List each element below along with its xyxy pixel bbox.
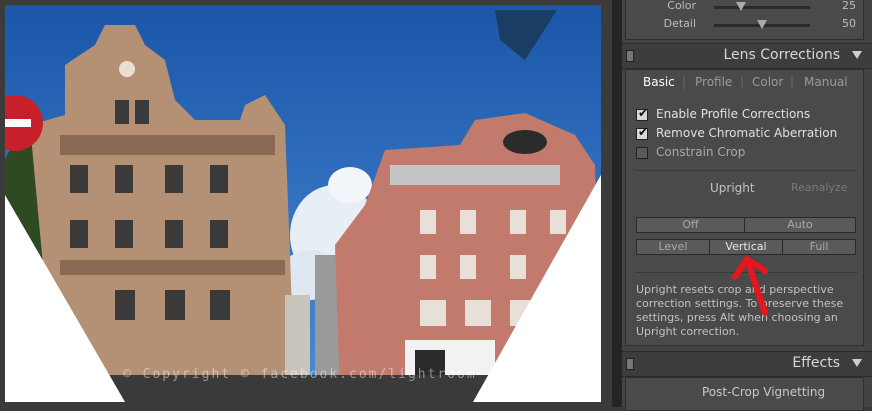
upright-full-button[interactable]: Full (782, 239, 856, 255)
color-slider-track[interactable] (714, 2, 810, 11)
detail-slider-knob[interactable] (757, 20, 767, 29)
detail-slider-value[interactable]: 50 (826, 17, 856, 30)
collapse-triangle-icon[interactable] (852, 51, 862, 59)
reanalyze-button[interactable]: Reanalyze (791, 181, 847, 194)
color-slider-label: Color (667, 0, 696, 12)
constrain-crop-checkbox[interactable] (636, 147, 648, 159)
upright-label: Upright (710, 181, 755, 195)
tab-separator: | (740, 75, 745, 89)
annotation-arrow-icon (732, 256, 768, 316)
effects-title: Effects (792, 355, 840, 371)
tab-manual[interactable]: Manual (804, 75, 848, 89)
enable-profile-corrections-label[interactable]: Enable Profile Corrections (656, 107, 810, 121)
photo-image (5, 5, 601, 402)
lens-corrections-header[interactable]: Lens Corrections (622, 43, 872, 69)
color-slider-knob[interactable] (735, 2, 746, 11)
develop-right-panel: Color 25 Detail 50 Lens Corrections Basi… (622, 0, 872, 411)
upright-auto-button[interactable]: Auto (744, 217, 856, 233)
tab-separator: | (790, 75, 795, 89)
post-crop-vignetting-label: Post-Crop Vignetting (702, 385, 826, 399)
upright-level-button[interactable]: Level (636, 239, 710, 255)
upright-off-button[interactable]: Off (636, 217, 745, 233)
checkmark-icon: ✔ (638, 125, 649, 139)
tab-color[interactable]: Color (752, 75, 783, 89)
tab-profile[interactable]: Profile (695, 75, 732, 89)
remove-chromatic-aberration-label[interactable]: Remove Chromatic Aberration (656, 126, 837, 140)
detail-slider-track[interactable] (714, 20, 810, 29)
constrain-crop-label[interactable]: Constrain Crop (656, 145, 745, 159)
effects-header[interactable]: Effects (622, 351, 872, 377)
detail-sliders-box: Color 25 Detail 50 (625, 0, 864, 40)
photo-canvas: © Copyright © facebook.com/lightroom (0, 0, 612, 407)
detail-slider-row: Detail 50 (626, 17, 856, 33)
checkmark-icon: ✔ (638, 106, 649, 120)
tab-basic[interactable]: Basic (643, 75, 675, 89)
tab-separator: | (682, 75, 687, 89)
detail-slider-label: Detail (663, 17, 696, 30)
enable-profile-corrections-checkbox[interactable]: ✔ (636, 106, 649, 121)
color-slider-row: Color 25 (626, 0, 856, 15)
color-slider-value[interactable]: 25 (826, 0, 856, 12)
section-divider (636, 170, 858, 171)
panel-handle-icon[interactable] (626, 358, 634, 370)
collapse-triangle-icon[interactable] (852, 359, 862, 367)
remove-chromatic-aberration-checkbox[interactable]: ✔ (636, 125, 649, 140)
panel-divider[interactable] (612, 0, 622, 407)
photo-preview[interactable]: © Copyright © facebook.com/lightroom (5, 5, 601, 402)
photo-watermark: © Copyright © facebook.com/lightroom (123, 367, 477, 382)
panel-handle-icon[interactable] (626, 50, 634, 62)
lens-corrections-title: Lens Corrections (723, 47, 840, 63)
